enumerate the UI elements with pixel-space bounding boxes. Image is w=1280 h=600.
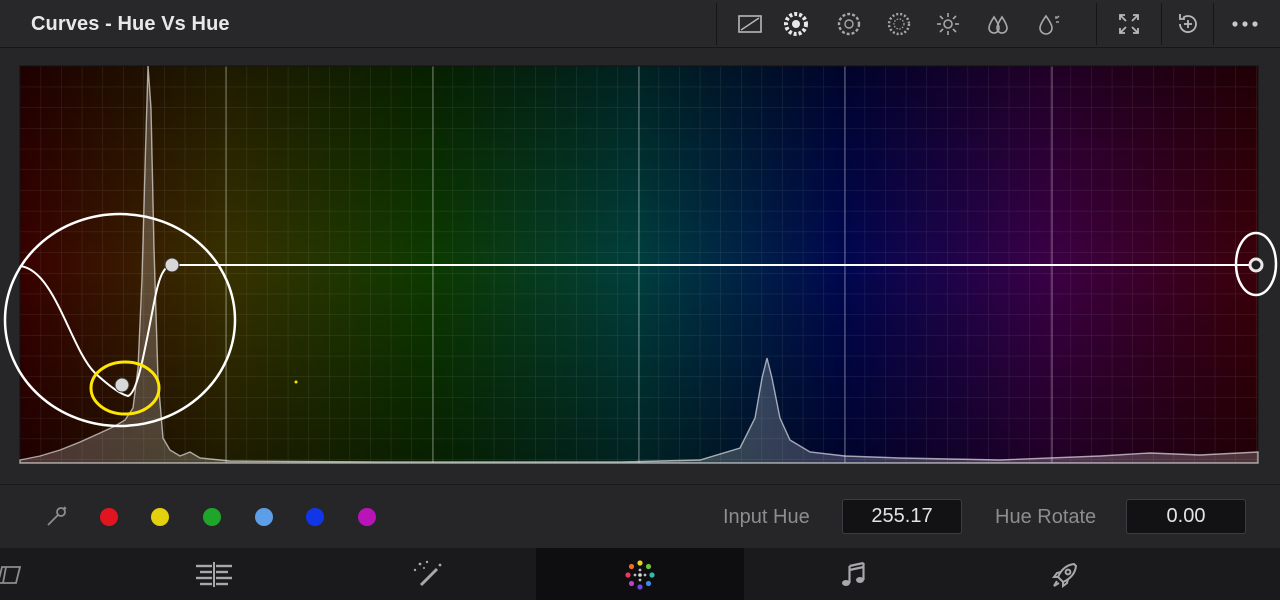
sat-vs-lum-icon[interactable] (1035, 11, 1061, 37)
options-group (1213, 3, 1280, 45)
curve-controls: Input Hue 255.17 Hue Rotate 0.00 (0, 484, 1280, 548)
hue-rotate-label: Hue Rotate (995, 506, 1097, 528)
edit-page-icon (196, 562, 232, 587)
media-page-button[interactable] (0, 548, 30, 600)
swatch-blue[interactable] (306, 508, 324, 526)
sat-vs-sat-icon[interactable] (985, 11, 1011, 37)
color-page-icon (625, 560, 655, 590)
hue-vs-hue-icon[interactable] (783, 11, 809, 37)
hue-vs-sat-icon[interactable] (836, 11, 862, 37)
curve-point[interactable] (164, 257, 180, 273)
swatch-red[interactable] (100, 508, 118, 526)
deliver-page-button[interactable] (1040, 548, 1090, 600)
lum-vs-sat-icon[interactable] (935, 11, 961, 37)
more-options-icon[interactable] (1231, 11, 1258, 37)
fairlight-page-button[interactable] (830, 548, 880, 600)
fusion-page-button[interactable] (405, 548, 455, 600)
curve-point-edge[interactable] (1248, 257, 1264, 273)
media-page-icon (0, 566, 22, 584)
hue-vs-lum-icon[interactable] (886, 11, 912, 37)
curve-mode-toolbar (716, 3, 1280, 45)
expand-icon[interactable] (1116, 11, 1142, 37)
edit-page-button[interactable] (190, 548, 240, 600)
cursor-dot (294, 380, 298, 384)
hue-rotate-field[interactable]: 0.00 (1126, 499, 1246, 534)
panel-header: Curves - Hue Vs Hue (0, 0, 1280, 48)
swatch-yellow[interactable] (151, 508, 169, 526)
expand-group (1096, 3, 1161, 45)
swatch-cyan[interactable] (255, 508, 273, 526)
custom-curve-icon[interactable] (737, 11, 763, 37)
curves-panel: Curves - Hue Vs Hue Input Hue 255.17 Hue… (0, 0, 1280, 600)
fairlight-page-icon (842, 561, 865, 586)
eyedropper-icon[interactable] (44, 503, 70, 529)
input-hue-field[interactable]: 255.17 (842, 499, 962, 534)
deliver-page-icon (1052, 562, 1078, 588)
reset-icon[interactable] (1175, 11, 1201, 37)
fusion-page-icon (413, 560, 442, 587)
input-hue-label: Input Hue (723, 506, 810, 528)
panel-title: Curves - Hue Vs Hue (31, 13, 230, 35)
curve-point-selected[interactable] (114, 377, 130, 393)
swatch-magenta[interactable] (358, 508, 376, 526)
reset-group (1161, 3, 1213, 45)
page-navigation (0, 548, 1280, 600)
curve-graph[interactable] (0, 48, 1280, 484)
color-page-button[interactable] (536, 548, 744, 600)
swatch-green[interactable] (203, 508, 221, 526)
curve-graph-svg[interactable] (0, 48, 1280, 484)
curve-mode-group (716, 3, 1096, 45)
